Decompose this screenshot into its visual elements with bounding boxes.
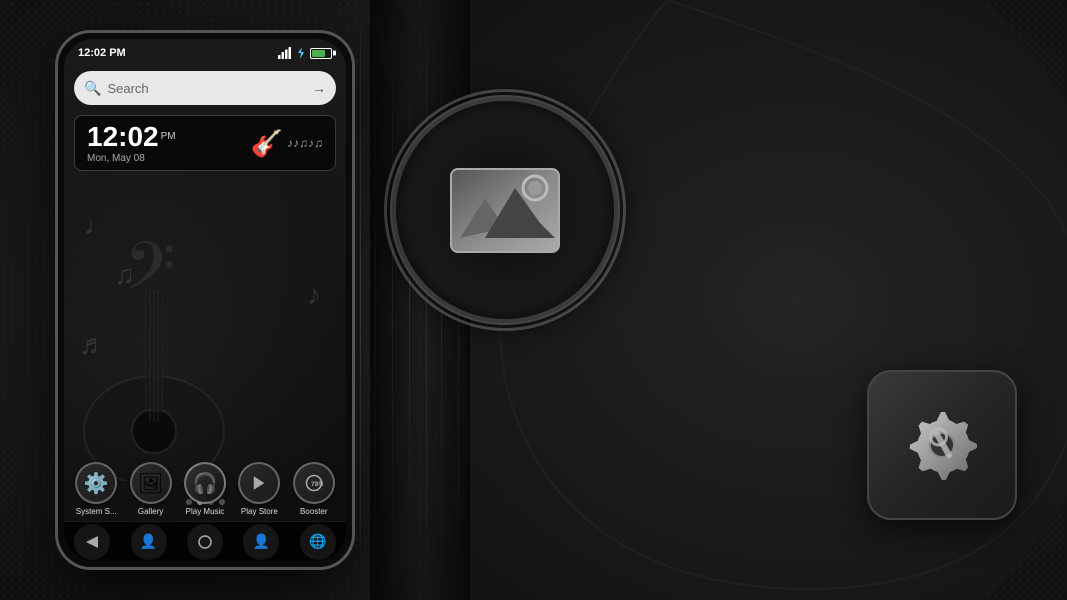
play-store-label: Play Store xyxy=(241,507,278,516)
play-music-label: Play Music xyxy=(186,507,225,516)
booster-icon[interactable]: 78% xyxy=(293,462,335,504)
clock-period: PM xyxy=(161,131,176,142)
image-placeholder-icon xyxy=(450,168,560,253)
search-arrow-icon[interactable]: → xyxy=(312,80,326,96)
app-icon-play-music[interactable]: 🎧 Play Music xyxy=(184,462,226,516)
clock-decoration: 🎸 ♪♪♫♪♫ xyxy=(251,128,323,159)
play-store-icon[interactable] xyxy=(238,462,280,504)
phone-nav-bar: 👤 👤 🌐 xyxy=(64,521,346,561)
music-note-1: ♩ xyxy=(84,209,112,241)
battery-icon xyxy=(310,48,332,59)
nav-person2-icon[interactable]: 👤 xyxy=(243,524,279,560)
nav-home-icon[interactable] xyxy=(187,524,223,560)
phone-guitar-art xyxy=(74,291,254,481)
guitar-emoji: 🎸 xyxy=(251,128,283,159)
svg-text:78%: 78% xyxy=(311,481,323,488)
clock-time-display: 12:02PM xyxy=(87,123,251,151)
app-dock: ⚙️ System S... 🖼 Gallery 🎧 Play Music Pl… xyxy=(64,462,346,516)
app-icon-system-settings[interactable]: ⚙️ System S... xyxy=(75,462,117,516)
gear-wrench-icon xyxy=(897,400,987,490)
clock-hour: 12:02 xyxy=(87,121,159,152)
phone-mockup: ♩ ♫ ♪ ♬ 𝄢 xyxy=(55,30,355,570)
image-icon-large[interactable] xyxy=(390,95,620,325)
status-time: 12:02 PM xyxy=(78,47,126,59)
clock-date: Mon, May 08 xyxy=(87,153,251,164)
charging-icon xyxy=(296,47,306,59)
status-bar: 12:02 PM xyxy=(64,39,346,67)
gallery-label: Gallery xyxy=(138,507,163,516)
nav-back-icon[interactable] xyxy=(74,524,110,560)
music-notes-widget: ♪♪♫♪♫ xyxy=(287,136,323,150)
search-icon: 🔍 xyxy=(84,80,101,97)
app-icon-gallery[interactable]: 🖼 Gallery xyxy=(130,462,172,516)
gallery-icon[interactable]: 🖼 xyxy=(130,462,172,504)
play-music-icon[interactable]: 🎧 xyxy=(184,462,226,504)
search-input-text[interactable]: Search xyxy=(107,81,312,96)
system-settings-icon[interactable]: ⚙️ xyxy=(75,462,117,504)
search-bar[interactable]: 🔍 Search → xyxy=(74,71,336,105)
system-settings-label: System S... xyxy=(76,507,117,516)
clock-widget: 12:02PM Mon, May 08 🎸 ♪♪♫♪♫ xyxy=(74,115,336,171)
booster-label: Booster xyxy=(300,507,328,516)
status-icons xyxy=(278,47,332,59)
nav-person-icon[interactable]: 👤 xyxy=(131,524,167,560)
nav-globe-icon[interactable]: 🌐 xyxy=(300,524,336,560)
settings-icon-large[interactable] xyxy=(867,370,1017,520)
app-icon-booster[interactable]: 78% Booster xyxy=(293,462,335,516)
signal-icon xyxy=(278,47,292,59)
clock-info: 12:02PM Mon, May 08 xyxy=(87,123,251,164)
app-icon-play-store[interactable]: Play Store xyxy=(238,462,280,516)
phone-screen: ♩ ♫ ♪ ♬ 𝄢 xyxy=(64,39,346,561)
music-note-3: ♪ xyxy=(307,279,321,311)
